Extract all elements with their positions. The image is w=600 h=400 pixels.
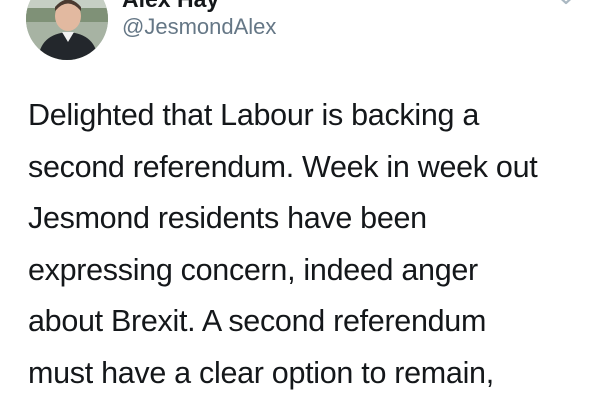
tweet-text-line: second referendum. Week in week out xyxy=(28,149,538,184)
tweet-text-line: expressing concern, indeed anger xyxy=(28,252,478,287)
tweet-text-line: about Brexit. A second referendum xyxy=(28,304,487,338)
author-display-name[interactable]: Alex Hay xyxy=(122,0,219,13)
tweet-text-line: must have a clear option to remain, xyxy=(28,355,494,390)
tweet-text-line: Delighted that Labour is backing a xyxy=(28,98,479,132)
avatar-photo xyxy=(26,0,108,60)
chevron-down-icon[interactable] xyxy=(552,0,580,10)
author-avatar[interactable] xyxy=(26,0,108,60)
tweet-text: Delighted that Labour is backing a secon… xyxy=(28,90,588,399)
author-handle[interactable]: @JesmondAlex xyxy=(122,14,276,40)
tweet-text-line: Jesmond residents have been xyxy=(28,201,427,235)
tweet-card: Alex Hay @JesmondAlex Delighted that Lab… xyxy=(0,0,600,400)
